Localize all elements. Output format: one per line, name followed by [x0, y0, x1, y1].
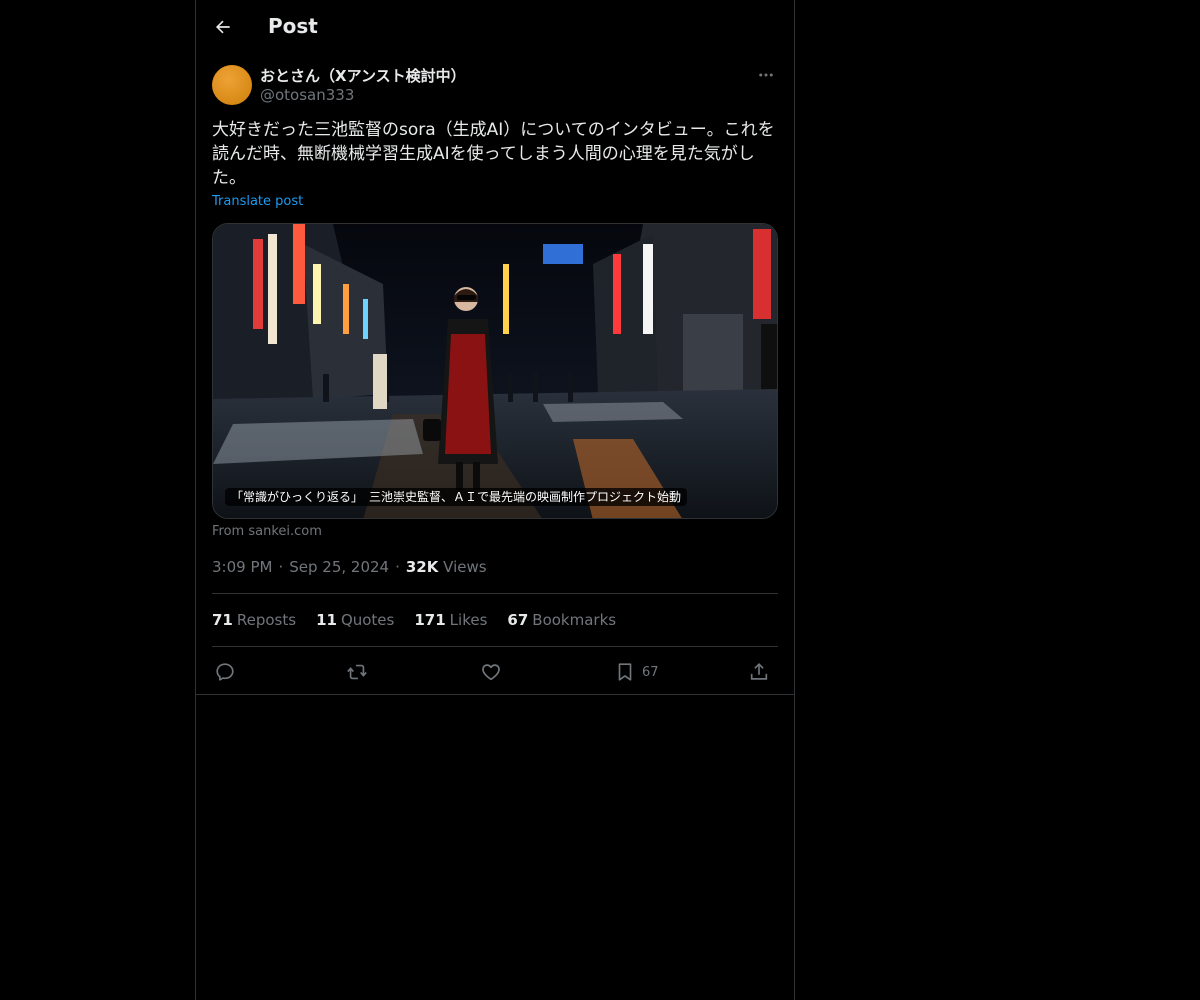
- arrow-left-icon: [216, 20, 230, 34]
- post-time[interactable]: 3:09 PM: [212, 558, 272, 576]
- bookmark-button[interactable]: 67: [614, 658, 659, 686]
- share-icon: [750, 663, 768, 680]
- more-horizontal-icon: [759, 73, 773, 77]
- bookmark-count: 67: [642, 664, 659, 680]
- reply-icon: [216, 663, 234, 681]
- stat-quotes[interactable]: 11 Quotes: [316, 611, 394, 629]
- stat-likes[interactable]: 171 Likes: [414, 611, 487, 629]
- link-card[interactable]: 「常識がひっくり返る」 三池崇史監督、ＡＩで最先端の映画制作プロジェクト始動: [212, 223, 778, 519]
- post-meta: 3:09 PM · Sep 25, 2024 · 32K Views: [212, 558, 487, 576]
- author-handle[interactable]: @otosan333: [260, 86, 354, 104]
- avatar[interactable]: [212, 65, 252, 105]
- engagement-stats: 71 Reposts 11 Quotes 171 Likes 67 Bookmarks: [212, 611, 616, 629]
- views-label: Views: [443, 558, 487, 576]
- post-column: Post おとさん（Xアンスト検討中） @otosan333 大好きだった三池監…: [195, 0, 795, 1000]
- action-bar: 67: [212, 658, 778, 686]
- author-display-name[interactable]: おとさん（Xアンスト検討中）: [260, 65, 466, 86]
- like-button[interactable]: [480, 658, 502, 686]
- repost-button[interactable]: [346, 658, 368, 686]
- reply-button[interactable]: [214, 658, 236, 686]
- bookmark-icon: [618, 663, 632, 681]
- divider: [212, 593, 778, 594]
- back-button[interactable]: [206, 10, 240, 44]
- views-count: 32K: [405, 558, 439, 576]
- share-button[interactable]: [748, 658, 770, 686]
- translate-post-link[interactable]: Translate post: [212, 194, 303, 209]
- divider: [196, 694, 794, 695]
- stat-bookmarks[interactable]: 67 Bookmarks: [507, 611, 616, 629]
- page-header: Post: [196, 0, 794, 54]
- post-text: 大好きだった三池監督のsora（生成AI）についてのインタビュー。これを読んだ時…: [212, 120, 775, 188]
- heart-icon: [482, 664, 500, 681]
- author-row: おとさん（Xアンスト検討中） @otosan333: [212, 64, 778, 108]
- post-date[interactable]: Sep 25, 2024: [289, 558, 389, 576]
- divider: [212, 646, 778, 647]
- card-image: [213, 224, 777, 518]
- stat-reposts[interactable]: 71 Reposts: [212, 611, 296, 629]
- card-source[interactable]: From sankei.com: [212, 524, 322, 539]
- card-caption: 「常識がひっくり返る」 三池崇史監督、ＡＩで最先端の映画制作プロジェクト始動: [225, 488, 688, 506]
- repost-icon: [347, 664, 367, 680]
- more-options-button[interactable]: [754, 64, 778, 86]
- page-title: Post: [268, 14, 318, 38]
